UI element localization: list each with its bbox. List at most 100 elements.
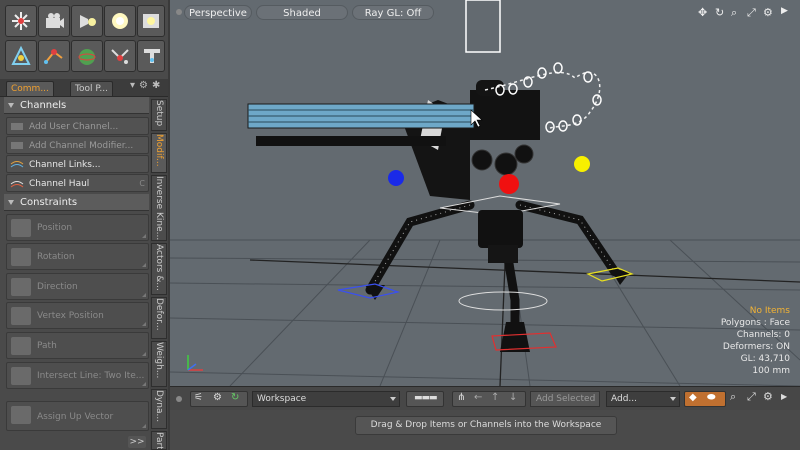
add-selected-button[interactable]: Add Selected <box>530 391 600 407</box>
keyframe-diamond-icon[interactable]: ◆ <box>689 392 697 403</box>
scope <box>476 80 504 96</box>
foot-front <box>500 322 530 352</box>
intersect-line-constraint-icon <box>11 367 31 385</box>
turret-body[interactable] <box>470 90 540 140</box>
geometry-tool-button[interactable] <box>104 40 136 72</box>
assign-up-vector-button[interactable]: Assign Up Vector <box>6 401 149 431</box>
vtab-modifiers[interactable]: Modif... <box>151 133 167 173</box>
turret-base[interactable] <box>478 210 523 248</box>
sphere-tool-button[interactable] <box>71 40 103 72</box>
add-menu-select[interactable]: Add... <box>606 391 680 407</box>
position-constraint-button[interactable]: Position <box>6 214 149 241</box>
commands-panel: Channels Add User Channel... Add Channel… <box>4 97 149 450</box>
workspace-fit-icon[interactable]: ⤢ <box>747 390 756 404</box>
direction-constraint-button[interactable]: Direction <box>6 273 149 300</box>
arrow-up-icon[interactable]: ↑ <box>491 392 499 403</box>
vtab-weights[interactable]: Weigh... <box>151 341 167 387</box>
expand-panel-button[interactable]: >> <box>128 436 146 448</box>
viewport-menu-dot-icon[interactable] <box>176 9 182 15</box>
vtab-actors[interactable]: Actors &... <box>151 243 167 295</box>
add-menu-label: Add... <box>611 394 638 404</box>
workspace-menu-arrow-icon[interactable]: ▶ <box>781 392 787 401</box>
schematic-icon[interactable]: ⚟ <box>194 392 203 403</box>
modifier-tool-button[interactable] <box>137 40 165 72</box>
channel-links-label: Channel Links... <box>29 160 101 170</box>
workspace-drop-area[interactable]: Drag & Drop Items or Channels into the W… <box>170 410 800 450</box>
panel-settings-gear-icon[interactable]: ✱ <box>152 80 160 91</box>
3d-viewport[interactable]: Perspective Shaded Ray GL: Off ✥ ↻ ⌕ ⤢ ⚙… <box>170 0 800 386</box>
transform-tool-button[interactable] <box>5 5 37 37</box>
vtab-particles[interactable]: Parti... <box>151 431 167 450</box>
channel-icon <box>11 123 23 130</box>
channels-section-header[interactable]: Channels <box>4 97 149 114</box>
vtab-deformers[interactable]: Defor... <box>151 297 167 339</box>
joint-wheel-left <box>471 149 493 171</box>
scene-canvas[interactable] <box>170 0 800 386</box>
workspace-select[interactable]: Workspace <box>252 391 400 407</box>
workspace-gear-icon[interactable]: ⚙ <box>213 392 222 403</box>
collapse-triangle-icon <box>8 102 14 108</box>
vertex-position-constraint-button[interactable]: Vertex Position <box>6 302 149 329</box>
joint-icon <box>44 49 63 64</box>
intersect-line-constraint-button[interactable]: Intersect Line: Two Ite... <box>6 362 149 389</box>
rotation-constraint-button[interactable]: Rotation <box>6 243 149 270</box>
tab-commands[interactable]: Comm... <box>6 81 54 96</box>
fit-view-icon[interactable]: ⤢ <box>747 6 756 20</box>
blue-locator[interactable] <box>388 170 404 186</box>
yellow-locator[interactable] <box>574 156 590 172</box>
workspace-settings-gear-icon[interactable]: ⚙ <box>763 390 773 403</box>
vtab-dynamics[interactable]: Dyna... <box>151 389 167 429</box>
zoom-view-icon[interactable]: ⌕ <box>731 6 737 20</box>
options-corner-icon <box>142 263 146 267</box>
channel-modifier-icon <box>11 142 23 149</box>
rotate-view-icon[interactable]: ↻ <box>715 6 724 19</box>
camera-icon <box>46 13 64 28</box>
workspace-select-value: Workspace <box>257 394 307 404</box>
channel-haul-button[interactable]: Channel Haul C <box>6 174 149 192</box>
view-mode-dropdown[interactable]: Perspective <box>184 5 252 20</box>
hud-deformers: Deformers: ON <box>722 342 790 352</box>
constraints-section-header[interactable]: Constraints <box>4 194 149 211</box>
workspace-refresh-icon[interactable]: ↻ <box>231 392 239 403</box>
viewport-menu-arrow-icon[interactable]: ▶ <box>781 6 788 16</box>
panel-options-icon[interactable]: ⚙ <box>139 80 148 91</box>
channel-haul-shortcut: C <box>139 179 145 188</box>
node-tree-icon[interactable]: ⋔ <box>457 392 465 403</box>
options-corner-icon <box>142 293 146 297</box>
tab-tool-properties[interactable]: Tool P... <box>70 81 113 96</box>
light-tool-button[interactable] <box>104 5 136 37</box>
vtab-setup[interactable]: Setup <box>151 99 167 131</box>
channel-haul-label: Channel Haul <box>29 179 90 189</box>
keyframe-toggle-icon[interactable]: ⬬ <box>707 392 716 403</box>
layout-grid-button[interactable]: ▬▬▬ <box>406 391 444 407</box>
panel-menu-chevron-icon[interactable]: ▾ <box>130 80 135 91</box>
spotlight-tool-button[interactable] <box>71 5 103 37</box>
keyframe-toggle-group: ◆ ⬬ <box>684 391 726 407</box>
pan-view-icon[interactable]: ✥ <box>698 6 707 19</box>
channel-links-button[interactable]: Channel Links... <box>6 155 149 173</box>
viewport-settings-gear-icon[interactable]: ⚙ <box>763 6 773 19</box>
shading-dropdown[interactable]: Shaded <box>256 5 348 20</box>
arrow-down-icon[interactable]: ↓ <box>509 392 517 403</box>
tool-palette <box>3 3 165 75</box>
arrow-left-icon[interactable]: ← <box>474 392 482 403</box>
vtab-inverse-kinematics[interactable]: Inverse Kine... <box>151 175 167 241</box>
add-user-channel-button[interactable]: Add User Channel... <box>6 117 149 135</box>
position-constraint-label: Position <box>37 223 73 233</box>
red-locator[interactable] <box>499 174 519 194</box>
camera-tool-button[interactable] <box>38 5 70 37</box>
ground-grid <box>170 239 800 386</box>
workspace-menu-dot-icon[interactable] <box>176 396 182 402</box>
area-light-tool-button[interactable] <box>137 5 165 37</box>
raygl-dropdown[interactable]: Ray GL: Off <box>352 5 434 20</box>
add-channel-modifier-button[interactable]: Add Channel Modifier... <box>6 136 149 154</box>
locator-tool-button[interactable] <box>5 40 37 72</box>
path-constraint-button[interactable]: Path <box>6 332 149 359</box>
world-axis-icon <box>187 355 203 371</box>
path-constraint-icon <box>11 337 31 355</box>
workspace-zoom-icon[interactable]: ⌕ <box>730 390 736 404</box>
rotation-constraint-icon <box>11 248 31 266</box>
joint-tool-button[interactable] <box>38 40 70 72</box>
panel-tab-strip: Comm... Tool P... ▾ ⚙ ✱ <box>0 79 168 97</box>
options-corner-icon <box>142 382 146 386</box>
